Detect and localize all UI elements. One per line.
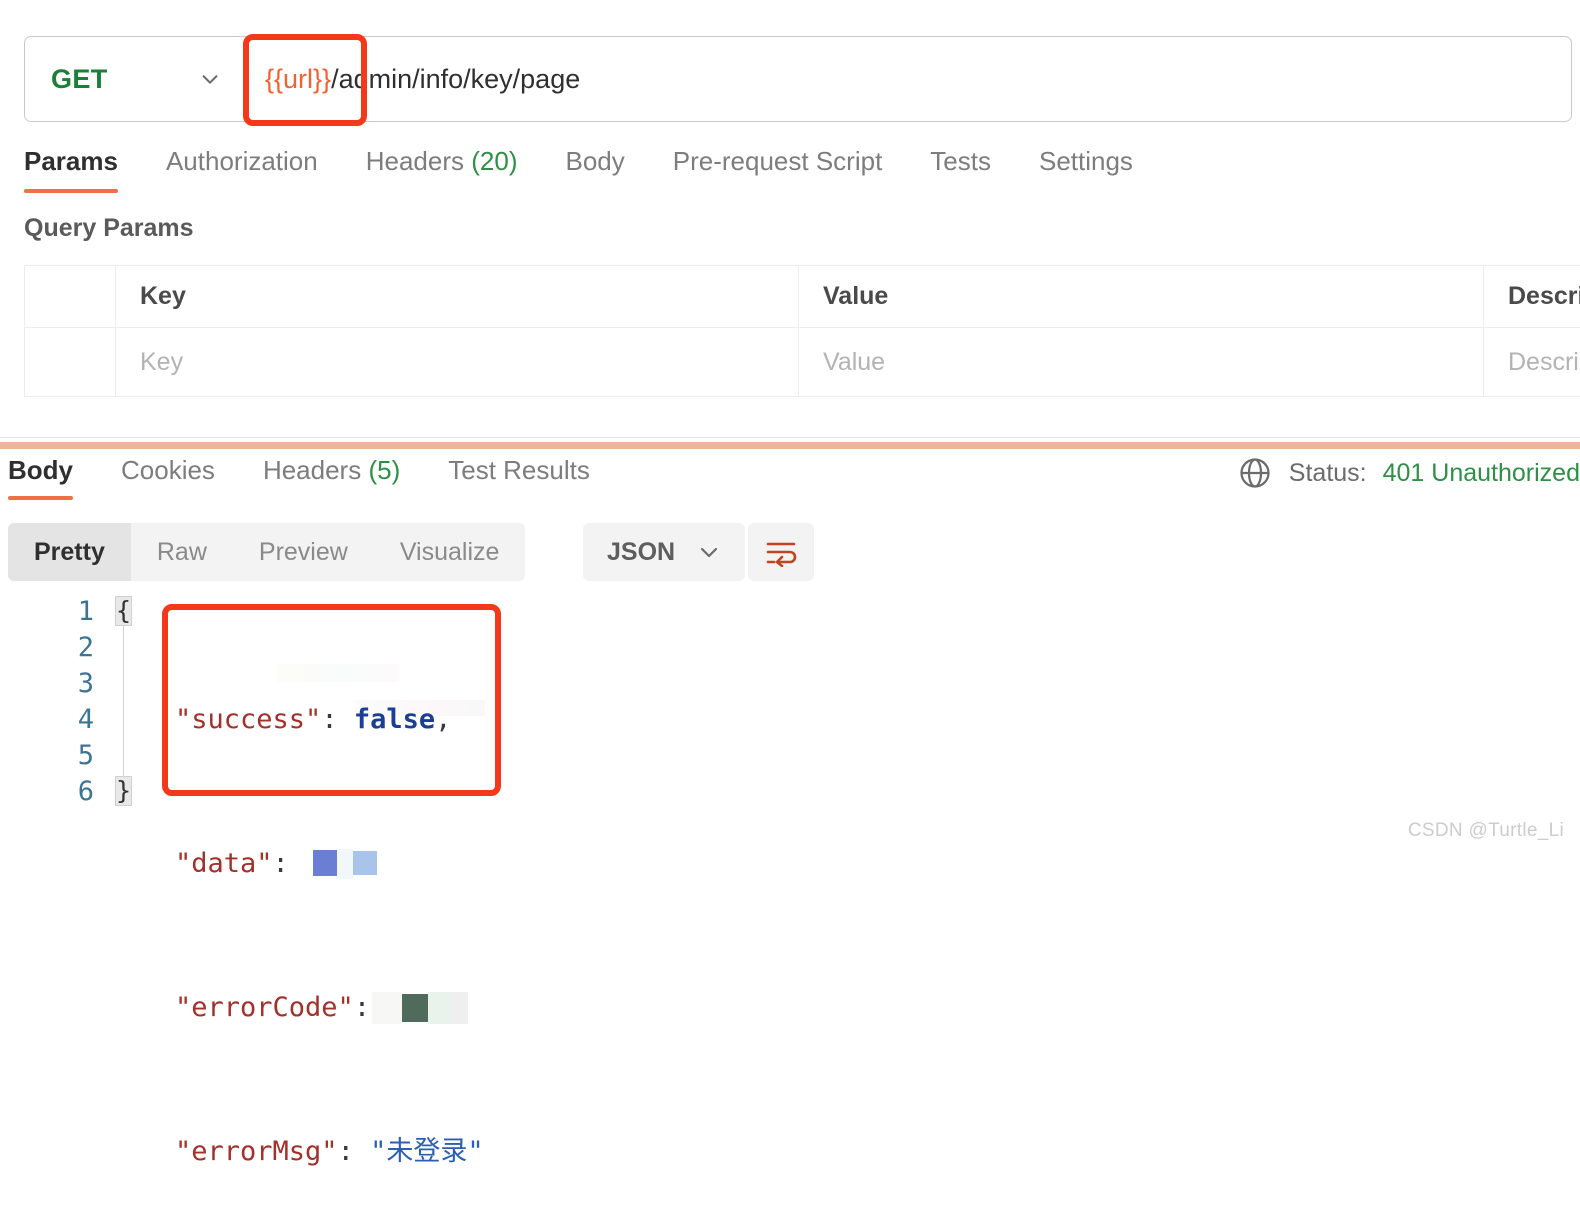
- tab-params-label: Params: [24, 146, 118, 176]
- column-header-description: Description: [1484, 266, 1580, 328]
- code-line-success: "success": false,: [175, 702, 484, 738]
- tab-settings[interactable]: Settings: [1015, 146, 1157, 193]
- line-number: 2: [54, 630, 94, 666]
- redacted-value-errorcode: [372, 992, 468, 1024]
- view-mode-pretty[interactable]: Pretty: [8, 523, 131, 581]
- tab-headers-count: (20): [471, 146, 517, 176]
- status-value: 401 Unauthorized: [1383, 459, 1580, 488]
- json-colon: :: [354, 990, 370, 1026]
- word-wrap-icon: [764, 537, 798, 567]
- line-number: 5: [54, 738, 94, 774]
- response-view-mode-group: Pretty Raw Preview Visualize: [8, 523, 525, 581]
- pane-separator-line: [0, 437, 1580, 438]
- json-key-errormsg: "errorMsg": [175, 1134, 338, 1170]
- json-key-errorcode: "errorCode": [175, 990, 354, 1026]
- response-tab-headers-count: (5): [368, 455, 400, 485]
- url-variable: {{url}}: [265, 64, 331, 95]
- response-tab-body[interactable]: Body: [8, 455, 97, 500]
- tab-body[interactable]: Body: [542, 146, 649, 193]
- code-line-numbers: 1 2 3 4 5 6: [54, 594, 94, 810]
- code-line-data: "data":: [175, 846, 484, 882]
- view-mode-visualize[interactable]: Visualize: [374, 523, 526, 581]
- table-header-row: Key Value Description: [25, 266, 1580, 328]
- response-tab-cookies-label: Cookies: [121, 455, 215, 485]
- param-key-input[interactable]: Key: [116, 328, 799, 397]
- table-row: Key Value Description: [25, 328, 1580, 397]
- response-format-label: JSON: [607, 538, 675, 567]
- tab-settings-label: Settings: [1039, 146, 1133, 176]
- request-url-input[interactable]: {{url}}/admin/info/key/page: [244, 37, 1571, 121]
- line-number: 6: [54, 774, 94, 810]
- tab-headers-label: Headers: [366, 146, 464, 176]
- tab-pre-request-script-label: Pre-request Script: [673, 146, 883, 176]
- globe-icon: [1237, 455, 1273, 491]
- response-tabs: Body Cookies Headers (5) Test Results: [8, 455, 614, 500]
- query-params-table: Key Value Description Key Value Descript…: [24, 265, 1580, 397]
- code-fold-close-brace[interactable]: }: [115, 776, 132, 806]
- response-body-code[interactable]: "success": false, "data": "errorCode": "…: [175, 630, 484, 1206]
- url-path: /admin/info/key/page: [331, 64, 580, 95]
- request-url-bar: GET {{url}}/admin/info/key/page: [24, 36, 1572, 122]
- response-status: Status: 401 Unauthorized: [1237, 455, 1580, 491]
- line-number: 3: [54, 666, 94, 702]
- json-colon: :: [321, 702, 354, 738]
- pane-resize-handle[interactable]: [0, 442, 1580, 449]
- json-key-success: "success": [175, 702, 321, 738]
- status-label: Status:: [1289, 459, 1367, 488]
- code-fold-open-brace[interactable]: {: [115, 596, 132, 626]
- tab-body-label: Body: [566, 146, 625, 176]
- watermark: CSDN @Turtle_Li: [1408, 820, 1564, 842]
- line-number: 1: [54, 594, 94, 630]
- response-tab-headers[interactable]: Headers (5): [239, 455, 424, 500]
- http-method-label: GET: [51, 64, 108, 95]
- tab-authorization-label: Authorization: [166, 146, 318, 176]
- response-tab-body-label: Body: [8, 455, 73, 485]
- chevron-down-icon: [697, 540, 721, 564]
- tab-headers[interactable]: Headers (20): [342, 146, 542, 193]
- code-line-errormsg: "errorMsg": "未登录": [175, 1134, 484, 1170]
- json-colon: :: [273, 846, 306, 882]
- json-value-success: false: [354, 702, 435, 738]
- tab-pre-request-script[interactable]: Pre-request Script: [649, 146, 907, 193]
- view-mode-preview[interactable]: Preview: [233, 523, 374, 581]
- tab-tests-label: Tests: [930, 146, 991, 176]
- code-line-errorcode: "errorCode":: [175, 990, 484, 1026]
- param-description-input[interactable]: Description: [1484, 328, 1580, 397]
- chevron-down-icon: [199, 68, 221, 90]
- response-format-select[interactable]: JSON: [583, 523, 745, 581]
- json-key-data: "data": [175, 846, 273, 882]
- json-colon: :: [338, 1134, 371, 1170]
- query-params-title: Query Params: [24, 214, 194, 243]
- code-fold-guide: [123, 614, 124, 786]
- view-mode-raw[interactable]: Raw: [131, 523, 233, 581]
- request-tabs: Params Authorization Headers (20) Body P…: [24, 146, 1157, 193]
- tab-params[interactable]: Params: [24, 146, 142, 193]
- response-tab-test-results-label: Test Results: [448, 455, 590, 485]
- response-tab-cookies[interactable]: Cookies: [97, 455, 239, 500]
- line-number: 4: [54, 702, 94, 738]
- http-method-select[interactable]: GET: [25, 37, 243, 121]
- json-value-errormsg: "未登录": [370, 1134, 484, 1170]
- response-tab-headers-label: Headers: [263, 455, 361, 485]
- row-select-checkbox[interactable]: [25, 328, 116, 397]
- word-wrap-button[interactable]: [748, 523, 814, 581]
- response-tab-test-results[interactable]: Test Results: [424, 455, 614, 500]
- param-value-input[interactable]: Value: [799, 328, 1484, 397]
- json-comma: ,: [435, 702, 451, 738]
- column-header-select: [25, 266, 116, 328]
- tab-tests[interactable]: Tests: [906, 146, 1015, 193]
- column-header-value: Value: [799, 266, 1484, 328]
- column-header-key: Key: [116, 266, 799, 328]
- tab-authorization[interactable]: Authorization: [142, 146, 342, 193]
